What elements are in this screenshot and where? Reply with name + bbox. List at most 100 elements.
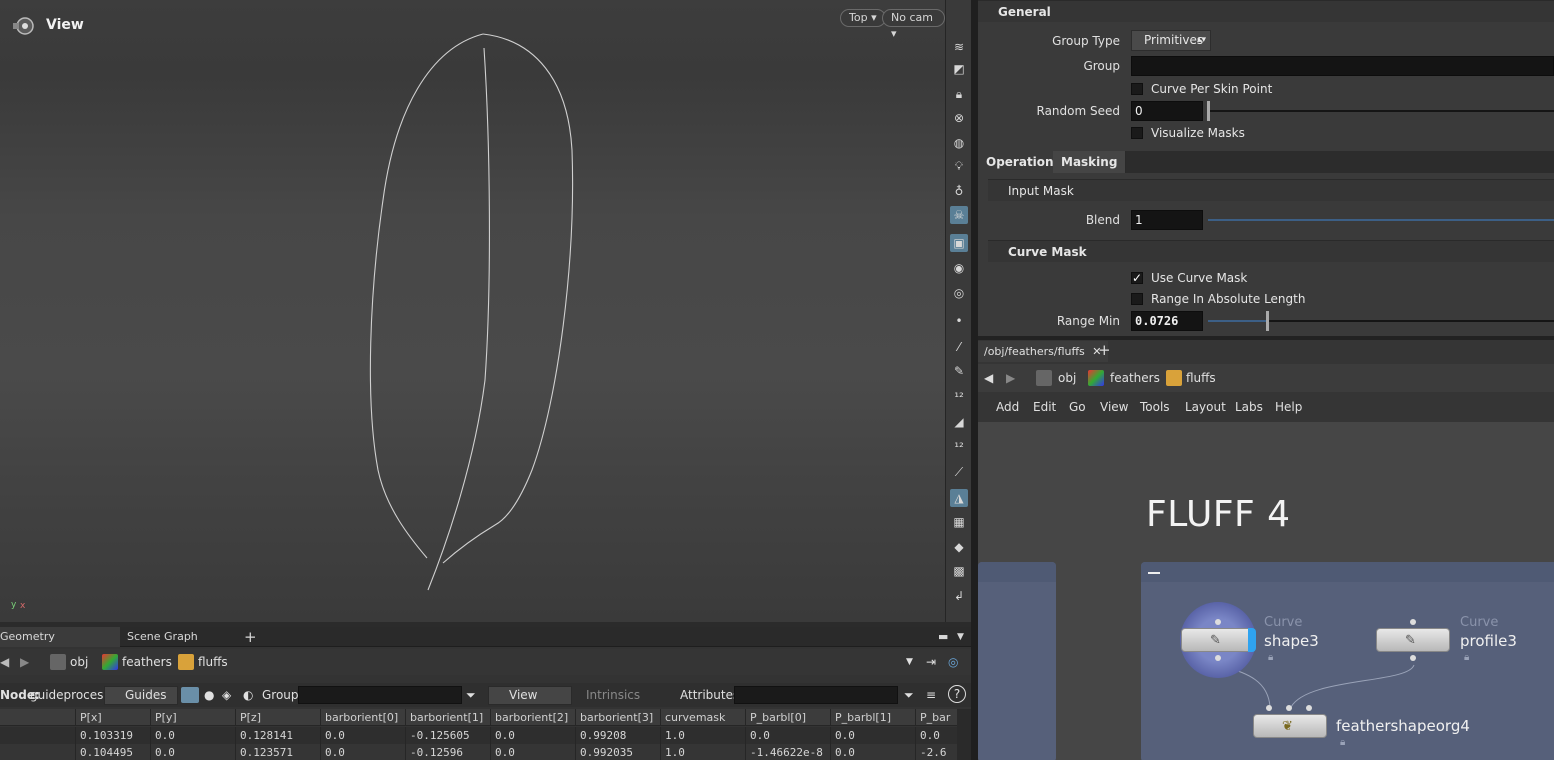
- intrinsics-label[interactable]: Intrinsics: [586, 688, 640, 702]
- column-header[interactable]: P_barbl[0]: [745, 709, 830, 726]
- input-port[interactable]: [1286, 705, 1292, 711]
- plus-icon[interactable]: +: [1098, 341, 1111, 359]
- layers-icon[interactable]: ≋: [950, 38, 968, 56]
- view-combo[interactable]: View: [488, 686, 572, 705]
- blend-input[interactable]: 1: [1131, 210, 1203, 230]
- column-header[interactable]: P_bar: [915, 709, 952, 726]
- uv-icon[interactable]: ◆: [950, 538, 968, 556]
- vertical-scrollbar[interactable]: [957, 709, 971, 760]
- pen-icon[interactable]: ✎: [950, 362, 968, 380]
- camera-eye-icon[interactable]: ◎: [950, 284, 968, 302]
- pane-maximize-icon[interactable]: ▬: [938, 627, 952, 647]
- menu-item-edit[interactable]: Edit: [1033, 400, 1056, 414]
- general-section-header[interactable]: General: [978, 0, 1554, 22]
- range-min-input[interactable]: 0.0726: [1131, 311, 1203, 331]
- display-options-icon[interactable]: ▣: [950, 234, 968, 252]
- path-crumb-feathers[interactable]: feathers: [122, 654, 172, 670]
- menu-item-labs[interactable]: Labs: [1235, 400, 1263, 414]
- node-feathershapeorg4[interactable]: ❦: [1253, 714, 1327, 738]
- primitive-numbers-icon[interactable]: ¹²: [950, 438, 968, 456]
- checker-icon[interactable]: ▦: [950, 513, 968, 531]
- input-port[interactable]: [1215, 619, 1221, 625]
- column-header[interactable]: curvemask: [660, 709, 745, 726]
- use-curve-mask-checkbox[interactable]: ✓: [1131, 272, 1143, 284]
- light-icon[interactable]: 💡︎: [950, 157, 968, 175]
- brush-icon[interactable]: ⁄: [950, 338, 968, 356]
- random-seed-input[interactable]: 0: [1131, 101, 1203, 121]
- input-port[interactable]: [1266, 705, 1272, 711]
- attribute-class-combo[interactable]: Guides: [104, 686, 178, 705]
- column-header[interactable]: P[y]: [150, 709, 235, 726]
- forward-arrow-icon[interactable]: ▶: [1006, 370, 1015, 386]
- menu-icon[interactable]: ≡: [926, 688, 936, 702]
- camera-dropdown[interactable]: No cam ▾: [882, 9, 945, 40]
- vertex-mode-icon[interactable]: ●: [204, 688, 214, 702]
- slider-handle[interactable]: [1266, 311, 1269, 331]
- path-crumb-obj[interactable]: obj: [1058, 370, 1076, 386]
- column-header[interactable]: P_barbl[1]: [830, 709, 891, 726]
- handle-icon[interactable]: ↲: [950, 587, 968, 605]
- link-icon[interactable]: ◎: [948, 654, 958, 670]
- range-absolute-checkbox[interactable]: [1131, 293, 1143, 305]
- group-type-menu[interactable]: Primitives ▴▾: [1131, 30, 1211, 51]
- slider-handle[interactable]: [1207, 101, 1210, 121]
- back-arrow-icon[interactable]: ◀: [984, 370, 993, 386]
- path-crumb-obj[interactable]: obj: [70, 654, 88, 670]
- headlight-icon[interactable]: ♁: [950, 182, 968, 200]
- eye-icon[interactable]: ◉: [950, 259, 968, 277]
- input-port[interactable]: [1306, 705, 1312, 711]
- forward-arrow-icon[interactable]: ▶: [20, 654, 29, 670]
- back-arrow-icon[interactable]: ◀: [0, 654, 9, 670]
- menu-item-go[interactable]: Go: [1069, 400, 1086, 414]
- plus-icon[interactable]: +: [244, 627, 258, 647]
- filter-icon[interactable]: ⏷: [466, 688, 476, 703]
- tab-masking[interactable]: Masking: [1053, 151, 1127, 173]
- column-header[interactable]: P[z]: [235, 709, 320, 726]
- tab-network-path[interactable]: /obj/feathers/fluffs ✕: [978, 341, 1108, 362]
- column-header[interactable]: barborient[2]: [490, 709, 575, 726]
- chevron-down-icon[interactable]: ▼: [957, 627, 967, 647]
- chevron-down-icon[interactable]: ▼: [906, 654, 913, 670]
- scene-viewport[interactable]: View Top ▾ No cam ▾ y x: [0, 0, 945, 622]
- menu-item-add[interactable]: Add: [996, 400, 1019, 414]
- menu-item-tools[interactable]: Tools: [1140, 400, 1170, 414]
- close-camera-icon[interactable]: ⊗: [950, 109, 968, 127]
- group-filter-input[interactable]: [298, 686, 462, 704]
- node-shape3[interactable]: ✎: [1181, 628, 1256, 652]
- path-crumb-fluffs[interactable]: fluffs: [198, 654, 228, 670]
- primitive-mode-icon[interactable]: ◈: [222, 688, 231, 702]
- group-input[interactable]: [1131, 56, 1554, 76]
- point-numbers-icon[interactable]: ¹²: [950, 388, 968, 406]
- random-seed-slider[interactable]: [1208, 110, 1554, 112]
- ghost-icon[interactable]: ☠: [950, 206, 968, 224]
- tab-scene-graph-layers[interactable]: Scene Graph Layers✕: [127, 627, 237, 663]
- path-crumb-fluffs[interactable]: fluffs: [1186, 370, 1216, 386]
- primitive-icon[interactable]: ◢: [950, 413, 968, 431]
- output-port[interactable]: [1410, 655, 1416, 661]
- display-flag[interactable]: [1248, 628, 1256, 652]
- menu-item-help[interactable]: Help: [1275, 400, 1302, 414]
- tab-geometry-spreadsheet[interactable]: Geometry Spreadsheet✕: [0, 627, 120, 663]
- filter-icon[interactable]: ⏷: [904, 688, 914, 703]
- input-mask-section-header[interactable]: Input Mask: [988, 179, 1554, 201]
- range-min-slider[interactable]: [1268, 320, 1554, 322]
- path-crumb-feathers[interactable]: feathers: [1110, 370, 1160, 386]
- texture-icon[interactable]: ▩: [950, 562, 968, 580]
- blend-slider[interactable]: [1208, 219, 1554, 221]
- detail-mode-icon[interactable]: ◐: [243, 688, 253, 702]
- normals-icon[interactable]: ⟋: [950, 463, 968, 481]
- curve-mask-section-header[interactable]: Curve Mask: [988, 240, 1554, 262]
- node-profile3[interactable]: ✎: [1376, 628, 1450, 652]
- help-icon[interactable]: ?: [948, 685, 966, 703]
- column-header[interactable]: barborient[0]: [320, 709, 405, 726]
- network-editor-canvas[interactable]: FLUFF 4 ✎ Curve shape3 🔒︎ ✎ Curve profil…: [978, 422, 1554, 760]
- points-mode-icon[interactable]: [181, 687, 199, 703]
- menu-item-layout[interactable]: Layout: [1185, 400, 1226, 414]
- range-min-slider-fill[interactable]: [1208, 320, 1268, 322]
- pin-icon[interactable]: ⇥: [926, 654, 936, 670]
- curve-per-skin-point-checkbox[interactable]: [1131, 83, 1143, 95]
- point-icon[interactable]: •: [950, 312, 968, 330]
- input-port[interactable]: [1410, 619, 1416, 625]
- column-header[interactable]: P[x]: [75, 709, 160, 726]
- snap-icon[interactable]: ◩: [950, 60, 968, 78]
